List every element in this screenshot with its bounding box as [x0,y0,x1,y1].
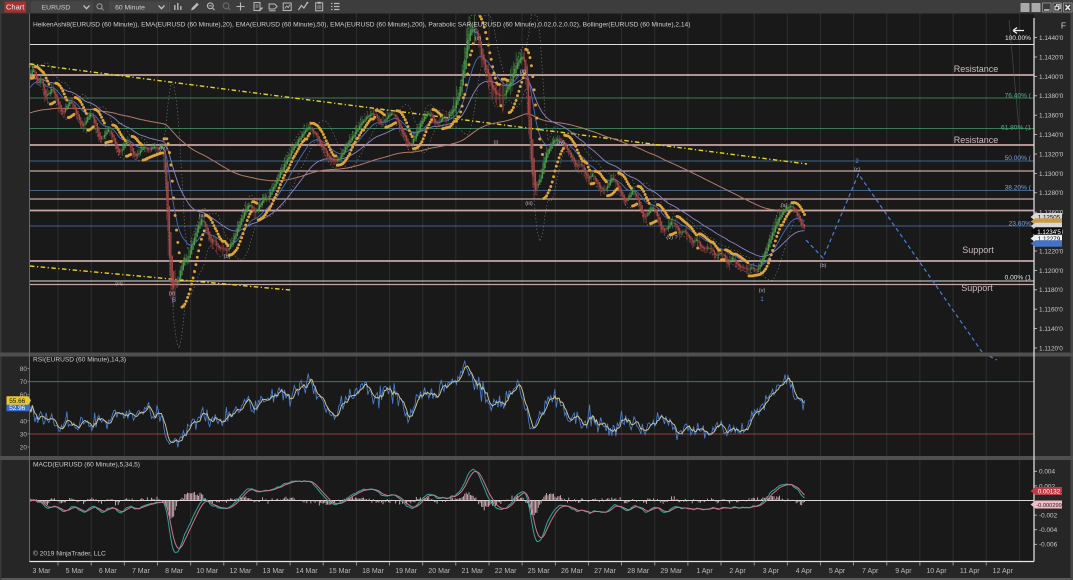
svg-text:15 Mar: 15 Mar [329,568,351,575]
svg-text:1.1360'0: 1.1360'0 [1039,113,1064,120]
svg-text:(c): (c) [475,36,482,42]
svg-text:0.004: 0.004 [1039,469,1055,476]
svg-text:40: 40 [20,418,28,425]
svg-text:11 Apr: 11 Apr [960,568,980,575]
svg-text:10 Apr: 10 Apr [926,568,947,575]
svg-text:20: 20 [20,444,28,451]
svg-text:5 Mar: 5 Mar [66,568,85,575]
svg-text:(iv): (iv) [159,146,167,152]
svg-text:80: 80 [20,366,28,373]
svg-text:1.1140'0: 1.1140'0 [1039,326,1063,333]
svg-text:1 Apr: 1 Apr [696,568,713,575]
svg-text:50.00% (: 50.00% ( [1005,155,1032,162]
svg-text:1.1440'0: 1.1440'0 [1039,35,1064,42]
svg-text:EURUSD: EURUSD [42,5,71,12]
svg-text:0.00% (1: 0.00% (1 [1005,275,1032,282]
svg-text:1.1234'5: 1.1234'5 [1037,229,1061,236]
svg-text:28 Mar: 28 Mar [627,568,649,575]
svg-text:HeikenAshi8(EURUSD (60 Minute): HeikenAshi8(EURUSD (60 Minute)), EMA(EUR… [33,22,690,29]
svg-text:Chart: Chart [6,3,25,12]
svg-text:RSI(EURUSD (60 Minute),14,3): RSI(EURUSD (60 Minute),14,3) [33,357,126,364]
svg-text:70: 70 [20,379,28,386]
svg-text:(v) ?: (v) ? [666,235,677,241]
svg-text:Resistance: Resistance [954,135,999,145]
svg-text:(a): (a) [199,213,206,219]
svg-text:38.20% (: 38.20% ( [1005,185,1032,192]
svg-text:1.1380'0: 1.1380'0 [1039,93,1064,100]
svg-text:1.1320'0: 1.1320'0 [1039,151,1064,158]
svg-text:100.00%: 100.00% [1005,35,1031,42]
svg-text:1.1280'0: 1.1280'0 [1039,190,1064,197]
svg-text:10 Mar: 10 Mar [196,568,218,575]
svg-text:(iii): (iii) [525,201,533,207]
svg-text:F: F [1061,21,1066,31]
svg-text:55.66: 55.66 [9,398,25,405]
svg-text:6 Mar: 6 Mar [99,568,118,575]
svg-text:B: B [172,298,176,304]
svg-text:5 Apr: 5 Apr [829,568,846,575]
svg-text:18 Mar: 18 Mar [362,568,384,575]
svg-text:1.1300'0: 1.1300'0 [1039,171,1064,178]
svg-text:30: 30 [20,431,28,438]
svg-text:29 Mar: 29 Mar [660,568,682,575]
svg-text:14 Mar: 14 Mar [296,568,318,575]
svg-text:1.1340'0: 1.1340'0 [1039,132,1064,139]
svg-text:Support: Support [962,245,994,255]
svg-text:12 Mar: 12 Mar [230,568,252,575]
svg-text:22 Mar: 22 Mar [495,568,517,575]
svg-text:1.1160'0: 1.1160'0 [1039,307,1063,314]
svg-text:23.60%: 23.60% [1009,221,1032,228]
svg-text:MACD(EURUSD (60 Minute),5,34,5: MACD(EURUSD (60 Minute),5,34,5) [33,462,140,469]
svg-text:(a): (a) [781,203,788,209]
svg-text:(i): (i) [29,63,34,69]
svg-text:8 Mar: 8 Mar [165,568,184,575]
svg-text:9 Apr: 9 Apr [895,568,912,575]
svg-text:4 Apr: 4 Apr [796,568,813,575]
svg-text:(b): (b) [820,263,827,269]
svg-text:-0.000299: -0.000299 [1036,503,1062,509]
svg-text:(b): (b) [224,254,231,260]
svg-text:19 Mar: 19 Mar [395,568,417,575]
svg-text:52.96: 52.96 [9,405,25,412]
svg-text:1.1200'0: 1.1200'0 [1039,268,1064,275]
svg-text:Resistance: Resistance [954,64,999,74]
svg-text:7 Apr: 7 Apr [862,568,879,575]
svg-text:61.80% (1: 61.80% (1 [1001,125,1031,132]
svg-text:(i): (i) [494,140,499,146]
svg-text:0.00132: 0.00132 [1038,488,1061,495]
svg-text:(ii): (ii) [520,69,526,75]
svg-text:(v): (v) [759,288,766,294]
svg-text:7 Mar: 7 Mar [132,568,151,575]
svg-text:20 Mar: 20 Mar [428,568,450,575]
svg-text:1.1220'0: 1.1220'0 [1039,248,1064,255]
svg-text:1.1420'0: 1.1420'0 [1039,54,1064,61]
svg-text:1.1400'0: 1.1400'0 [1039,74,1064,81]
svg-text:-0.004: -0.004 [1039,527,1058,534]
svg-text:27 Mar: 27 Mar [594,568,616,575]
svg-text:25 Mar: 25 Mar [528,568,550,575]
svg-text:C: C [474,29,479,35]
svg-text:1.1120'0: 1.1120'0 [1039,345,1063,352]
svg-text:12 Apr: 12 Apr [993,568,1014,575]
svg-text:© 2019 NinjaTrader, LLC: © 2019 NinjaTrader, LLC [33,550,106,558]
svg-text:1.1180'0: 1.1180'0 [1039,287,1063,294]
svg-text:-0.006: -0.006 [1039,542,1058,549]
svg-text:13 Mar: 13 Mar [263,568,285,575]
svg-text:Support: Support [961,283,993,293]
svg-text:21 Mar: 21 Mar [462,568,484,575]
svg-text:(c): (c) [854,167,861,173]
svg-text:60 Minute: 60 Minute [115,5,145,12]
svg-text:2 Apr: 2 Apr [729,568,746,575]
svg-text:3 Mar: 3 Mar [33,568,52,575]
svg-text:-0.002: -0.002 [1039,513,1058,520]
svg-text:3 Apr: 3 Apr [763,568,780,575]
svg-text:(v): (v) [169,291,176,297]
svg-text:(iii): (iii) [115,281,123,287]
svg-text:(iv): (iv) [557,140,565,146]
svg-text:26 Mar: 26 Mar [561,568,583,575]
svg-text:76.40% (: 76.40% ( [1005,93,1032,100]
